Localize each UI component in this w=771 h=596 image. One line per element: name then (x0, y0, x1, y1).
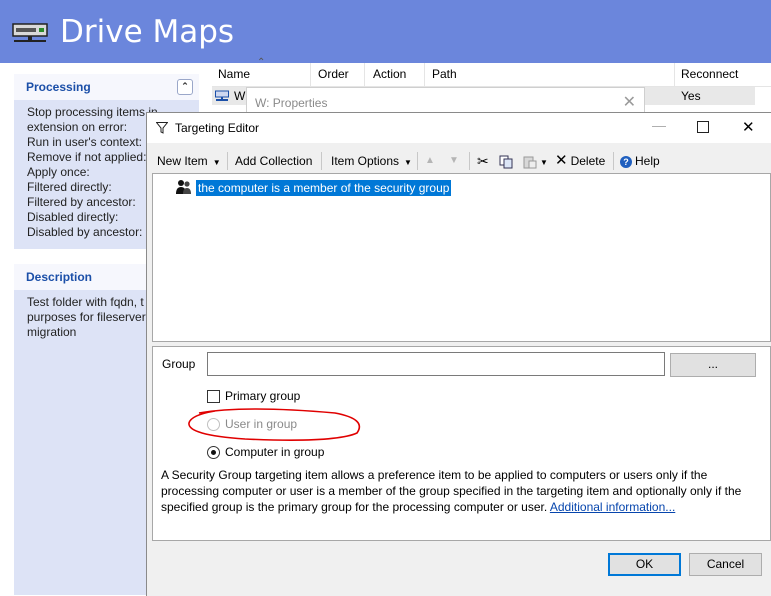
filter-icon (156, 122, 168, 134)
dropdown-arrow-icon: ▼ (540, 158, 548, 167)
network-drive-icon (215, 90, 229, 101)
primary-group-checkbox[interactable] (207, 390, 220, 403)
tree-item-security-group[interactable]: the computer is a member of the security… (196, 180, 452, 196)
column-header-name[interactable]: Name (218, 67, 250, 81)
computer-in-group-radio[interactable] (207, 446, 220, 459)
column-header-path[interactable]: Path (432, 67, 457, 81)
copy-icon[interactable] (499, 149, 513, 173)
primary-group-label: Primary group (225, 389, 301, 403)
column-header-action[interactable]: Action (373, 67, 406, 81)
delete-button[interactable]: ✕ Delete (555, 149, 605, 173)
security-group-icon (176, 180, 191, 194)
cut-icon[interactable]: ✂ (477, 149, 489, 173)
row-reconnect: Yes (681, 89, 701, 103)
toolbar: New Item ▼ Add Collection Item Options ▼ ▲… (151, 149, 768, 173)
group-input[interactable] (207, 352, 665, 376)
item-options-button[interactable]: Item Options ▼ (331, 149, 412, 173)
help-icon: ? (620, 156, 632, 168)
maximize-icon[interactable] (697, 121, 709, 133)
dialog-title: Targeting Editor (175, 121, 260, 135)
move-up-icon[interactable]: ▲ (425, 149, 435, 173)
column-header-reconnect[interactable]: Reconnect (681, 67, 738, 81)
properties-window-title: W: Properties (255, 96, 328, 110)
delete-label: Delete (570, 154, 606, 168)
column-header-order[interactable]: Order (318, 67, 349, 81)
network-drive-icon (12, 23, 48, 42)
add-collection-label: Add Collection (235, 154, 313, 168)
page-title: Drive Maps (60, 14, 235, 50)
annotation-circle (188, 408, 361, 441)
targeting-item-description: A Security Group targeting item allows a… (161, 467, 761, 515)
targeting-editor-titlebar: Targeting Editor — ✕ (147, 113, 771, 143)
help-label: Help (635, 154, 660, 168)
drive-maps-list-header: Name ⌃ Order Action Path Reconnect (212, 57, 771, 87)
move-down-icon[interactable]: ▼ (449, 149, 459, 173)
collapse-chevron-icon[interactable]: ⌃ (177, 79, 193, 95)
targeting-editor-dialog: Targeting Editor — ✕ New Item ▼ Add Colle… (146, 112, 771, 596)
processing-panel-title: Processing (26, 80, 91, 94)
item-options-label: Item Options (331, 154, 400, 168)
close-icon[interactable]: ✕ (742, 118, 755, 136)
delete-x-icon: ✕ (555, 152, 568, 169)
computer-in-group-label: Computer in group (225, 445, 325, 459)
additional-information-link[interactable]: Additional information... (550, 500, 675, 514)
item-properties-pane: Group ... Primary group User in group Co… (152, 346, 771, 541)
description-panel-title: Description (26, 270, 93, 284)
minimize-icon[interactable]: — (652, 117, 666, 133)
cancel-button[interactable]: Cancel (689, 553, 762, 576)
sort-up-icon: ⌃ (257, 57, 266, 68)
close-icon[interactable]: ✕ (623, 92, 636, 112)
dropdown-arrow-icon: ▼ (212, 158, 221, 167)
group-label: Group (162, 357, 196, 371)
paste-icon[interactable]: ▼ (523, 149, 548, 173)
add-collection-button[interactable]: Add Collection (235, 149, 312, 173)
ok-button[interactable]: OK (608, 553, 681, 576)
help-button[interactable]: ? Help (620, 149, 660, 173)
dropdown-arrow-icon: ▼ (404, 158, 412, 167)
targeting-tree[interactable]: the computer is a member of the security… (152, 173, 771, 342)
new-item-button[interactable]: New Item ▼ (157, 149, 221, 173)
browse-button[interactable]: ... (670, 353, 756, 377)
row-name: W (234, 89, 246, 103)
new-item-label: New Item (157, 154, 208, 168)
processing-panel-header: Processing ⌃ (14, 74, 199, 100)
